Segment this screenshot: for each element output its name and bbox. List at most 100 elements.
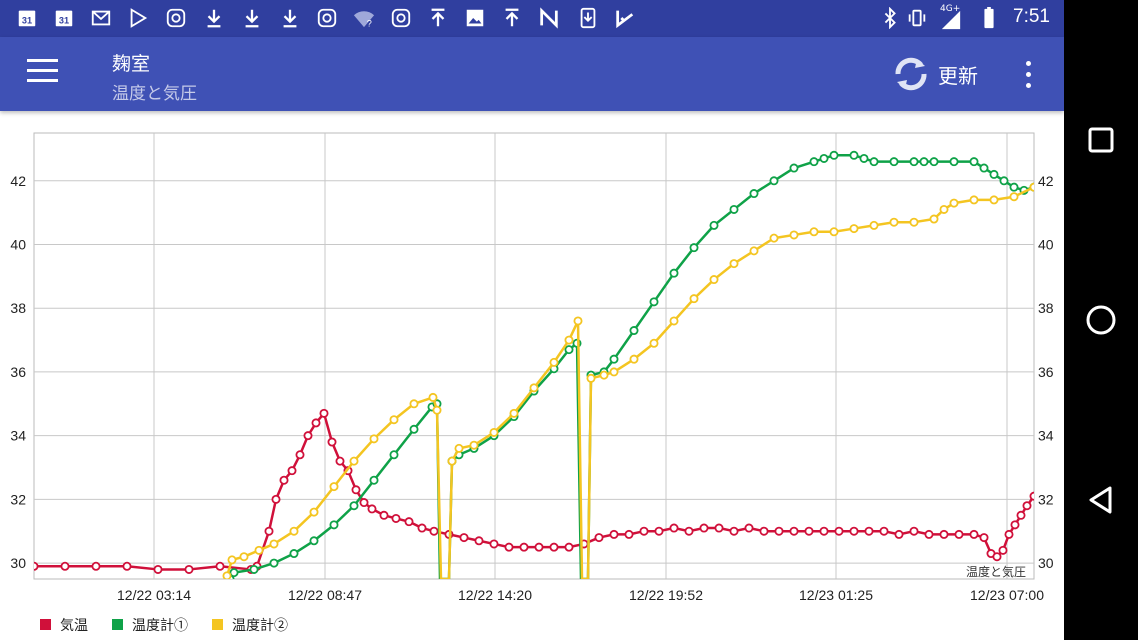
data-point xyxy=(184,564,194,574)
data-point xyxy=(879,526,889,536)
navigation-bar xyxy=(1064,0,1138,640)
data-point xyxy=(809,227,819,237)
data-point xyxy=(311,418,321,428)
more-vert-icon xyxy=(1025,61,1031,66)
data-point xyxy=(303,431,313,441)
data-point xyxy=(271,494,281,504)
data-point xyxy=(329,482,339,492)
play-store-icon xyxy=(127,7,149,29)
signal-icon: 4G+ xyxy=(936,5,966,30)
data-point xyxy=(969,529,979,539)
data-point xyxy=(489,427,499,437)
data-point xyxy=(409,399,419,409)
data-point xyxy=(319,408,329,418)
y-tick-label-right: 42 xyxy=(1038,173,1054,189)
y-tick-label-left: 42 xyxy=(10,173,26,189)
data-point xyxy=(909,526,919,536)
recents-button[interactable] xyxy=(1081,120,1121,160)
data-point xyxy=(269,539,279,549)
data-point xyxy=(1004,529,1014,539)
chart-legend: 気温 温度計① 温度計② xyxy=(40,617,288,633)
data-point xyxy=(669,316,679,326)
data-point xyxy=(624,529,634,539)
data-point xyxy=(564,345,574,355)
data-point xyxy=(279,475,289,485)
data-point xyxy=(504,542,514,552)
data-point xyxy=(329,520,339,530)
data-point xyxy=(809,157,819,167)
data-point xyxy=(122,561,132,571)
instagram-icon xyxy=(316,7,338,29)
data-point xyxy=(759,526,769,536)
y-tick-label-right: 36 xyxy=(1038,364,1054,380)
data-point xyxy=(979,533,989,543)
data-point xyxy=(369,434,379,444)
plot-area xyxy=(33,132,1035,580)
data-point xyxy=(594,533,604,543)
data-point xyxy=(215,561,225,571)
refresh-label: 更新 xyxy=(938,65,978,88)
status-clock: 7:51 xyxy=(1013,6,1050,27)
overflow-menu-button[interactable] xyxy=(1016,57,1040,91)
data-point xyxy=(417,523,427,533)
data-point xyxy=(949,198,959,208)
y-tick-label-right: 32 xyxy=(1038,491,1054,507)
download-icon xyxy=(241,7,263,29)
data-point xyxy=(564,542,574,552)
svg-text:?: ? xyxy=(367,18,372,28)
svg-text:31: 31 xyxy=(22,16,32,26)
data-point xyxy=(391,513,401,523)
app-bar: 麹室 温度と気圧 更新 xyxy=(0,37,1064,111)
svg-text:31: 31 xyxy=(59,16,69,26)
refresh-icon xyxy=(895,57,927,91)
data-point xyxy=(789,230,799,240)
y-tick-label-right: 34 xyxy=(1038,428,1054,444)
data-point xyxy=(549,357,559,367)
x-tick-label: 12/22 19:52 xyxy=(629,587,703,603)
data-point xyxy=(864,526,874,536)
y-tick-label-left: 34 xyxy=(10,428,26,444)
calendar-icon: 31 xyxy=(53,7,75,29)
circle-icon xyxy=(1086,305,1116,335)
data-point xyxy=(919,157,929,167)
data-point xyxy=(829,150,839,160)
y-tick-label-right: 38 xyxy=(1038,300,1054,316)
refresh-button[interactable]: 更新 xyxy=(890,53,978,95)
data-point xyxy=(564,335,574,345)
data-point xyxy=(849,150,859,160)
data-point xyxy=(654,526,664,536)
data-point xyxy=(684,526,694,536)
data-point xyxy=(789,163,799,173)
data-point xyxy=(804,526,814,536)
home-button[interactable] xyxy=(1081,300,1121,340)
data-point xyxy=(351,485,361,495)
data-point xyxy=(549,542,559,552)
data-point xyxy=(1029,182,1034,192)
data-point xyxy=(349,456,359,466)
legend-label: 温度計① xyxy=(132,617,188,633)
data-point xyxy=(1009,182,1019,192)
n-app-icon xyxy=(538,7,560,29)
data-point xyxy=(894,529,904,539)
data-point xyxy=(992,552,1002,562)
data-point xyxy=(309,536,319,546)
app-title: 麹室 xyxy=(112,54,151,75)
data-point xyxy=(519,542,529,552)
back-button[interactable] xyxy=(1081,480,1121,520)
data-point xyxy=(969,195,979,205)
x-tick-label: 12/23 01:25 xyxy=(799,587,873,603)
data-point xyxy=(428,392,438,402)
data-point xyxy=(1010,520,1020,530)
menu-button[interactable] xyxy=(22,59,62,91)
triangle-back-icon xyxy=(1089,486,1112,514)
data-point xyxy=(222,571,232,579)
y-tick-label-right: 30 xyxy=(1038,555,1054,571)
data-point xyxy=(669,268,679,278)
data-point xyxy=(649,338,659,348)
data-point xyxy=(264,526,274,536)
check-app-icon xyxy=(614,7,636,29)
data-point xyxy=(939,529,949,539)
wifi-question-icon: ? xyxy=(353,7,375,29)
data-point xyxy=(629,354,639,364)
data-point xyxy=(819,526,829,536)
